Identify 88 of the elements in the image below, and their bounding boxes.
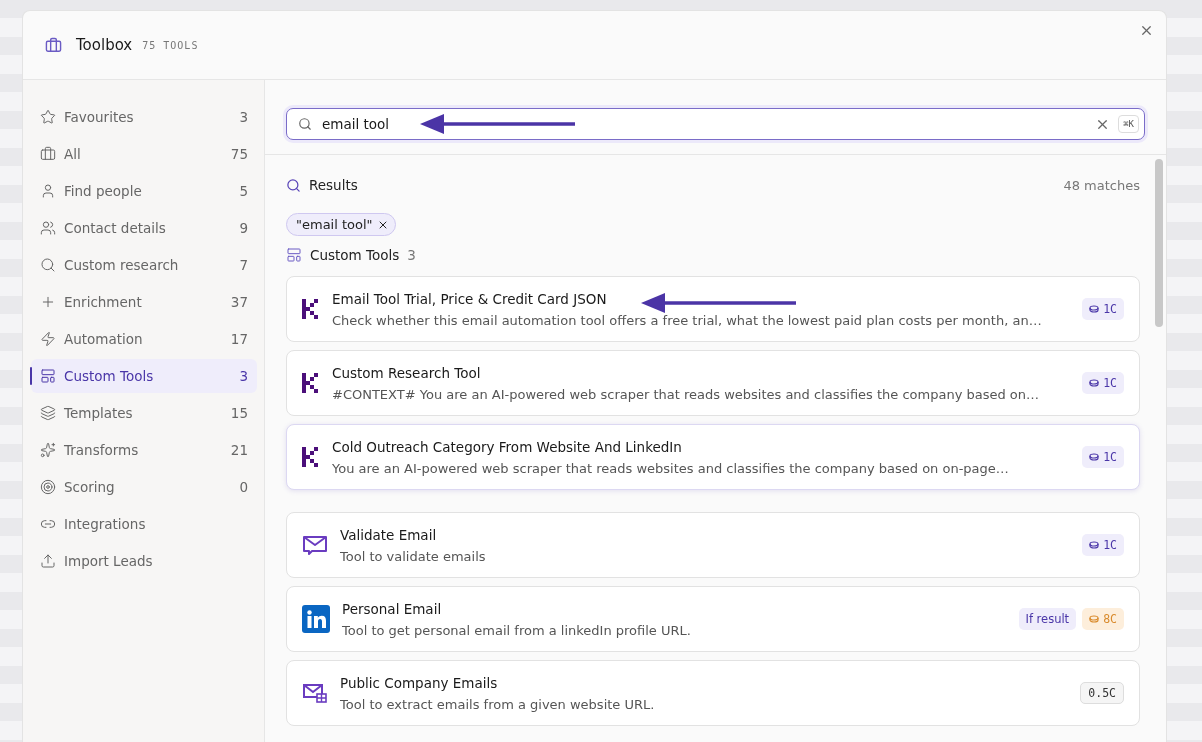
sidebar-item[interactable]: Find people 5: [31, 174, 257, 208]
dialog-title: Toolbox: [76, 36, 133, 54]
sidebar-item[interactable]: Import Leads: [31, 544, 257, 578]
scrollbar-thumb[interactable]: [1155, 159, 1163, 327]
tool-name: Public Company Emails: [340, 674, 498, 691]
person-icon: [40, 183, 56, 199]
item-count: 17: [230, 331, 248, 347]
item-count: 0: [239, 479, 248, 495]
tool-description: Tool to extract emails from a given website URL.: [340, 696, 656, 712]
sidebar-item[interactable]: Custom Tools 3: [31, 359, 257, 393]
item-count: 3: [239, 368, 248, 384]
tool-description: Tool to validate emails: [340, 548, 487, 564]
group-count: 3: [407, 247, 416, 263]
envelope-icon: [302, 534, 328, 556]
tool-description: You are an AI-powered web scraper that reads websites and classifies the company based on on-page…: [332, 460, 1010, 476]
item-count: 15: [230, 405, 248, 421]
credit-cost-tag: 1C: [1082, 534, 1124, 556]
tool-description: Check whether this email automation tool offers a free trial, what the lowest paid plan costs per month, an…: [332, 312, 1043, 328]
layout-icon: [40, 368, 56, 384]
sidebar-item[interactable]: Integrations: [31, 507, 257, 541]
tool-card[interactable]: Validate Email Tool to validate emails 1C: [286, 512, 1140, 578]
search-icon: [286, 177, 301, 193]
search-icon: [298, 117, 312, 131]
sidebar-item[interactable]: All 75: [31, 137, 257, 171]
tool-count: 75 TOOLS: [142, 39, 199, 51]
tool-description: #CONTEXT# You are an AI-powered web scraper that reads websites and classifies the company based on…: [332, 386, 1041, 402]
item-count: 7: [239, 257, 248, 273]
condition-tag: If result: [1018, 608, 1077, 630]
plus-icon: [40, 294, 56, 310]
sidebar-item[interactable]: Scoring 0: [31, 470, 257, 504]
stack-icon: [40, 405, 56, 421]
sidebar-item[interactable]: Transforms 21: [31, 433, 257, 467]
coin-icon: [1089, 305, 1100, 313]
credit-cost-tag: 1C: [1082, 298, 1124, 320]
tool-name: Validate Email: [340, 526, 437, 543]
group-title: Custom Tools: [310, 247, 400, 263]
tool-card[interactable]: Public Company Emails Tool to extract emails from a given website URL. 0.5C: [286, 660, 1140, 726]
item-count: 21: [230, 442, 248, 458]
layout-icon: [286, 247, 302, 263]
shortcut-key: ⌘K: [1118, 115, 1139, 133]
credit-cost-tag: 1C: [1082, 446, 1124, 468]
tool-name: Cold Outreach Category From Website And LinkedIn: [332, 438, 682, 455]
people-icon: [40, 220, 56, 236]
tool-card[interactable]: Custom Research Tool #CONTEXT# You are an AI-powered web scraper that reads websites and classifies the company based on… 1C: [286, 350, 1140, 416]
coin-icon: [1089, 453, 1100, 461]
k-logo-icon: [302, 299, 320, 319]
tool-card[interactable]: Email Tool Trial, Price & Credit Card JSON Check whether this email automation tool offers a free trial, what the lowest paid plan costs per month, an… 1C: [286, 276, 1140, 342]
item-count: 9: [239, 220, 248, 236]
coin-icon: [1089, 379, 1100, 387]
linkedin-logo-icon: [302, 605, 330, 633]
star-icon: [40, 109, 56, 125]
sidebar-item[interactable]: Enrichment 37: [31, 285, 257, 319]
coin-icon: [1089, 541, 1100, 549]
filter-chip[interactable]: "email tool": [286, 213, 396, 236]
toolbox-icon: [40, 146, 56, 162]
upload-icon: [40, 553, 56, 569]
item-count: 5: [239, 183, 248, 199]
lightning-icon: [40, 331, 56, 347]
tool-name: Personal Email: [342, 600, 442, 617]
search-field[interactable]: email tool ⌘K: [286, 108, 1145, 140]
sidebar-item[interactable]: Favourites 3: [31, 100, 257, 134]
results-title: Results: [309, 177, 359, 193]
toolbox-icon: [45, 36, 62, 54]
k-logo-icon: [302, 373, 320, 393]
match-count: 48 matches: [1063, 177, 1140, 193]
credit-cost-tag: 1C: [1082, 372, 1124, 394]
tool-card[interactable]: Cold Outreach Category From Website And LinkedIn You are an AI-powered web scraper that reads websites and classifies the company based on on-page… 1C: [286, 424, 1140, 490]
tool-name: Email Tool Trial, Price & Credit Card JSON: [332, 290, 607, 307]
target-icon: [40, 479, 56, 495]
credit-cost-tag: 0.5C: [1080, 682, 1124, 704]
sidebar-item[interactable]: Automation 17: [31, 322, 257, 356]
sidebar-item[interactable]: Custom research 7: [31, 248, 257, 282]
envelope-icon: [302, 682, 328, 704]
credit-cost-tag: 8C: [1082, 608, 1124, 630]
close-icon[interactable]: [1139, 23, 1154, 38]
sidebar-item[interactable]: Contact details 9: [31, 211, 257, 245]
item-count: 37: [230, 294, 248, 310]
item-count: 3: [239, 109, 248, 125]
sparkle-icon: [40, 442, 56, 458]
tool-name: Custom Research Tool: [332, 364, 481, 381]
k-logo-icon: [302, 447, 320, 467]
coin-icon: [1089, 615, 1100, 623]
item-count: 75: [230, 146, 248, 162]
tool-description: Tool to get personal email from a linkedIn profile URL.: [342, 622, 692, 638]
search-input[interactable]: email tool: [320, 115, 1088, 133]
tool-card[interactable]: Personal Email Tool to get personal email from a linkedIn profile URL. If result 8C: [286, 586, 1140, 652]
sidebar-item[interactable]: Templates 15: [31, 396, 257, 430]
search-icon: [40, 257, 56, 273]
